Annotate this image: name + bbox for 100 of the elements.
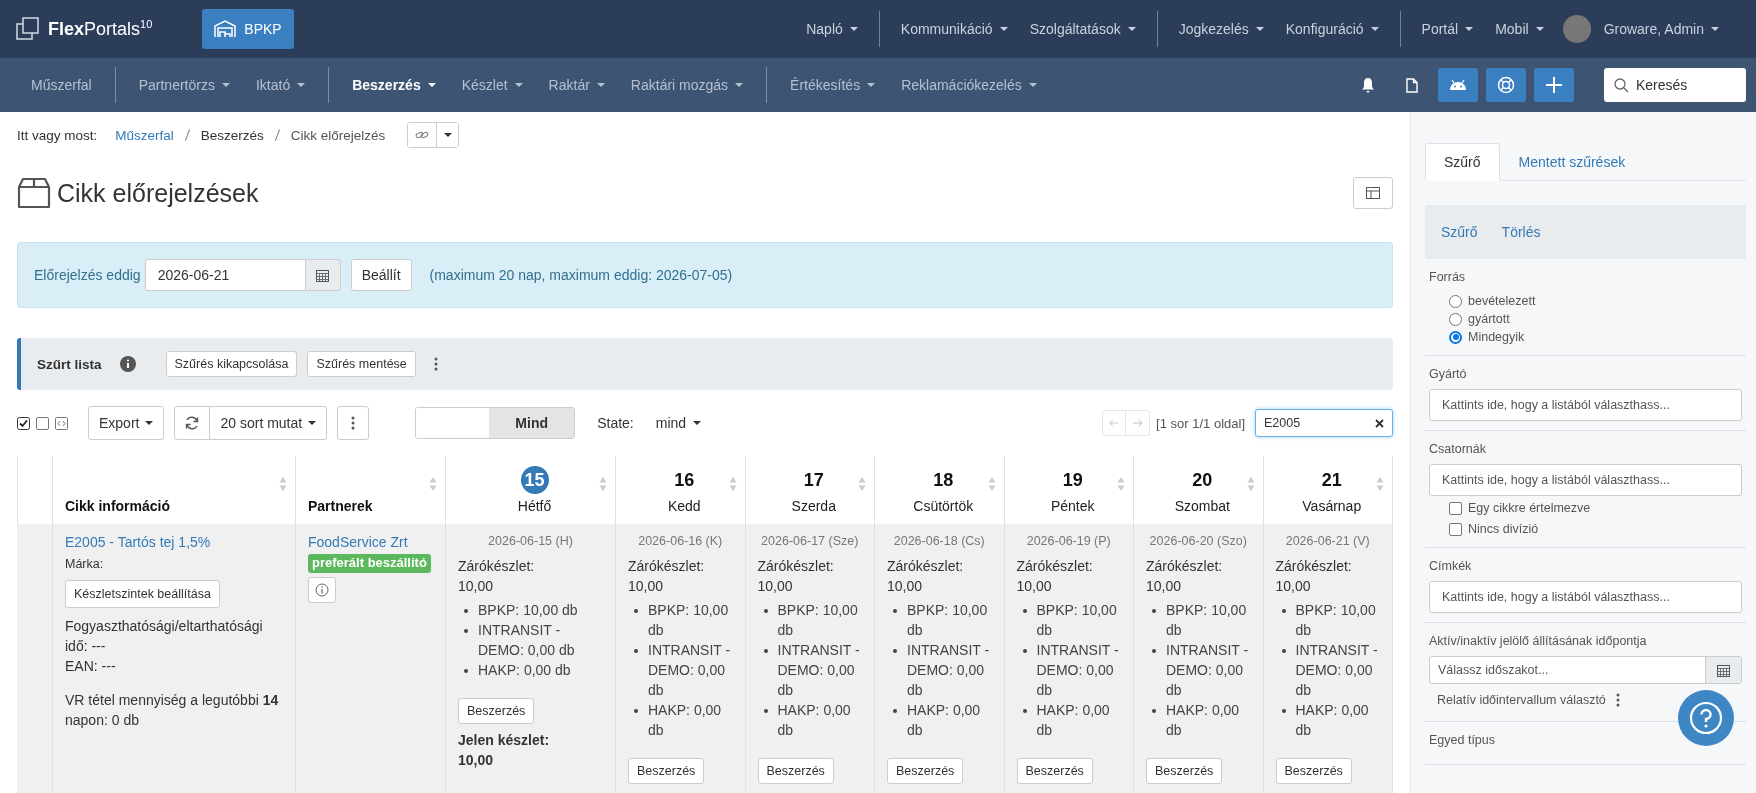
- day-name[interactable]: Szombat: [1174, 498, 1230, 514]
- caret-icon: [596, 83, 605, 87]
- caret-icon: [514, 83, 523, 87]
- info-icon[interactable]: [119, 356, 136, 372]
- filter-button[interactable]: Szűrés kikapcsolása: [165, 351, 298, 377]
- checkbox[interactable]: [17, 416, 30, 430]
- tab[interactable]: Mentett szűrések: [1499, 143, 1645, 181]
- clear-icon[interactable]: [1375, 419, 1384, 428]
- nav-item[interactable]: Raktár: [535, 71, 618, 99]
- more-icon[interactable]: [1615, 693, 1620, 707]
- android-button[interactable]: [1438, 68, 1478, 102]
- help-button[interactable]: [1678, 690, 1734, 746]
- warehouse-icon: [214, 20, 237, 38]
- breadcrumb-item: Cikk előrejelzés: [290, 127, 386, 143]
- logo-text[interactable]: FlexPortals$^{10}$: [48, 18, 153, 40]
- checkbox-label[interactable]: Nincs divízió: [1468, 522, 1539, 536]
- nav-item[interactable]: Műszerfal: [18, 71, 105, 99]
- day-name[interactable]: Péntek: [1050, 498, 1095, 514]
- filter-action-link[interactable]: Törlés: [1489, 224, 1553, 240]
- lifebuoy-icon: [1497, 76, 1515, 94]
- bell-icon[interactable]: [1361, 77, 1375, 93]
- stock-levels-button[interactable]: Készletszintek beállítása: [65, 580, 220, 608]
- nav-item[interactable]: Beszerzés: [339, 71, 449, 99]
- info-button[interactable]: [308, 576, 336, 603]
- android-icon: [1448, 79, 1468, 91]
- user-menu[interactable]: Groware, Admin: [1594, 15, 1728, 43]
- menu-item[interactable]: Jogkezelés: [1169, 15, 1273, 43]
- lifebuoy-button[interactable]: [1486, 68, 1526, 102]
- nav-item[interactable]: Partnertörzs: [125, 71, 243, 99]
- more-icon[interactable]: [433, 357, 438, 371]
- nav-item[interactable]: Iktató: [242, 71, 319, 99]
- day-name[interactable]: Hétfő: [517, 498, 552, 514]
- code-icon[interactable]: [55, 416, 68, 430]
- more-icon[interactable]: [351, 416, 356, 430]
- menu-item[interactable]: Szolgáltatások: [1020, 15, 1145, 43]
- search-field[interactable]: Keresés: [1604, 68, 1746, 102]
- add-button[interactable]: [1534, 68, 1574, 102]
- nav-item[interactable]: Készlet: [448, 71, 536, 99]
- stock-item: HAKP: 0,00 db: [887, 700, 992, 740]
- day-name[interactable]: Kedd: [667, 498, 701, 514]
- radio-button[interactable]: [1449, 294, 1462, 308]
- checkbox-label[interactable]: Egy cikkre értelmezve: [1468, 501, 1591, 515]
- purchase-button[interactable]: Beszerzés: [458, 698, 535, 724]
- filter-button[interactable]: Szűrés mentése: [307, 351, 416, 377]
- state-dropdown[interactable]: mind: [649, 414, 708, 432]
- avatar[interactable]: [1562, 15, 1591, 43]
- select-field[interactable]: Kattints ide, hogy a listából választhass...: [1429, 389, 1742, 421]
- closing-stock-value: 10,00: [1275, 577, 1312, 596]
- purchase-button[interactable]: Beszerzés: [1275, 758, 1352, 784]
- export-button[interactable]: Export: [88, 406, 165, 440]
- select-field[interactable]: Kattints ide, hogy a listából választhass...: [1429, 581, 1742, 613]
- purchase-button[interactable]: Beszerzés: [1016, 758, 1093, 784]
- tab[interactable]: Szűrő: [1425, 143, 1500, 181]
- column-header[interactable]: Partnerek: [308, 498, 429, 514]
- menu-item[interactable]: Napló: [797, 15, 867, 43]
- menu-item[interactable]: Mobil: [1486, 15, 1553, 43]
- purchase-button[interactable]: Beszerzés: [757, 758, 834, 784]
- site-button[interactable]: BPKP: [202, 9, 294, 49]
- toggle-switch[interactable]: Mind: [415, 407, 576, 439]
- purchase-button[interactable]: Beszerzés: [887, 758, 964, 784]
- nav-item[interactable]: Reklamációkezelés: [888, 71, 1050, 99]
- layout-button[interactable]: [1353, 177, 1393, 209]
- breadcrumb-link[interactable]: Műszerfal: [115, 127, 174, 143]
- checkbox[interactable]: [36, 416, 49, 430]
- nav-item[interactable]: Értékesítés: [777, 71, 889, 99]
- day-name[interactable]: Szerda: [791, 498, 836, 514]
- column-header[interactable]: Cikk információ: [65, 498, 279, 514]
- filter-action-link[interactable]: Szűrő: [1429, 224, 1490, 240]
- table-search-field[interactable]: E2005: [1255, 409, 1393, 437]
- refresh-button[interactable]: [174, 406, 211, 440]
- calendar-button[interactable]: [304, 259, 341, 291]
- partner-link[interactable]: FoodService Zrt: [308, 532, 433, 552]
- apply-button[interactable]: Beállít: [350, 259, 412, 291]
- menu-item[interactable]: Kommunikáció: [891, 15, 1017, 43]
- radio-button[interactable]: [1449, 312, 1462, 326]
- checkbox[interactable]: [1449, 501, 1462, 515]
- product-link[interactable]: E2005 - Tartós tej 1,5%: [65, 532, 283, 552]
- dropdown-button[interactable]: [436, 123, 459, 147]
- toggle-option[interactable]: Mind: [489, 408, 575, 438]
- select-field[interactable]: Kattints ide, hogy a listából választhass...: [1429, 464, 1742, 496]
- day-name[interactable]: Vasárnap: [1302, 498, 1362, 514]
- purchase-button[interactable]: Beszerzés: [628, 758, 705, 784]
- nav-item[interactable]: Raktári mozgás: [617, 71, 757, 99]
- date-text: 2026-06-15 (H): [487, 533, 574, 550]
- arrow-left-icon: [1109, 418, 1120, 428]
- radio-button[interactable]: [1449, 330, 1462, 344]
- radio-label[interactable]: gyártott: [1468, 312, 1510, 326]
- menu-item[interactable]: Konfiguráció: [1276, 15, 1388, 43]
- radio-label[interactable]: bevételezett: [1468, 294, 1536, 308]
- document-icon[interactable]: [1406, 77, 1418, 93]
- checkbox[interactable]: [1449, 522, 1462, 536]
- rows-dropdown[interactable]: 20 sort mutat: [210, 406, 328, 440]
- purchase-button[interactable]: Beszerzés: [1146, 758, 1223, 784]
- date-range-field[interactable]: Válassz időszakot...: [1429, 656, 1742, 684]
- menu-item[interactable]: Portál: [1412, 15, 1483, 43]
- date-text: 2026-06-19 (P): [1025, 533, 1112, 550]
- date-field[interactable]: 2026-06-21: [144, 259, 305, 291]
- radio-label[interactable]: Mindegyik: [1468, 330, 1525, 344]
- day-name[interactable]: Csütörtök: [913, 498, 974, 514]
- relative-interval-link[interactable]: Relatív időintervallum választó: [1437, 693, 1606, 707]
